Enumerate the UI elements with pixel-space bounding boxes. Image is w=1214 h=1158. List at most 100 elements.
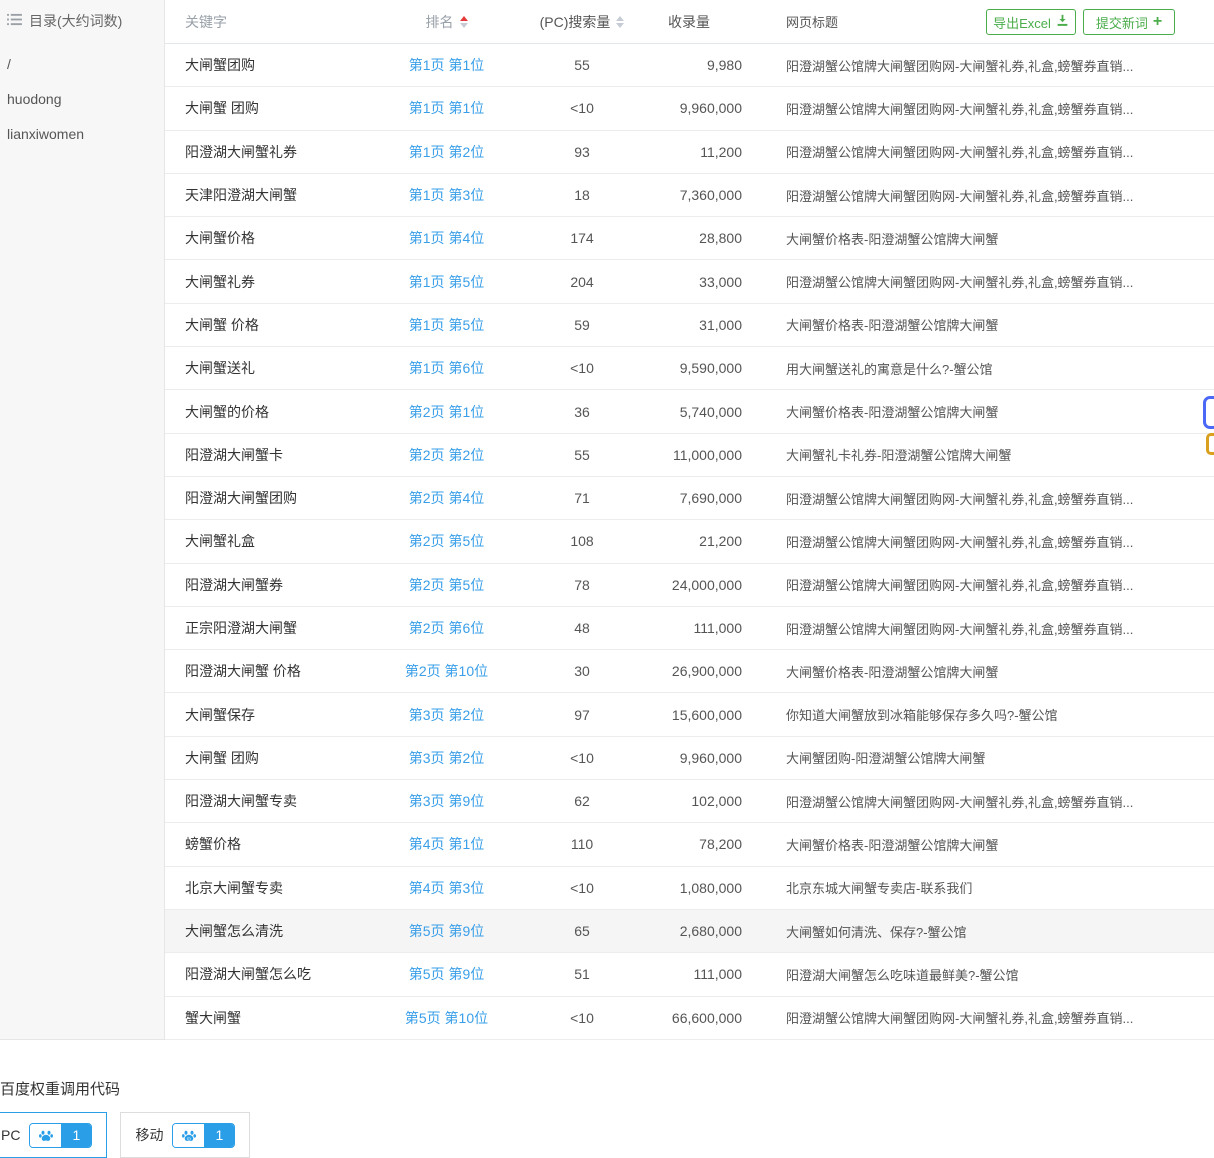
rank-link[interactable]: 第1页 第3位 — [409, 187, 484, 203]
rank-link[interactable]: 第4页 第3位 — [409, 880, 484, 896]
page-title-cell: 阳澄湖蟹公馆牌大闸蟹团购网-大闸蟹礼券,礼盒,螃蟹券直销... — [742, 489, 1214, 508]
index-count-cell: 1,080,000 — [636, 880, 742, 896]
table-row: 大闸蟹 团购 第1页 第1位 <10 9,960,000 阳澄湖蟹公馆牌大闸蟹团… — [165, 87, 1214, 130]
pc-weight-tab[interactable]: PC 1 — [0, 1112, 107, 1158]
table-row: 大闸蟹送礼 第1页 第6位 <10 9,590,000 用大闸蟹送礼的寓意是什么… — [165, 347, 1214, 390]
pc-search-cell: 51 — [528, 966, 636, 982]
index-count-cell: 7,690,000 — [636, 490, 742, 506]
index-count-cell: 26,900,000 — [636, 663, 742, 679]
mobile-weight-tab[interactable]: 移动 m 1 — [120, 1112, 250, 1158]
table-row: 阳澄湖大闸蟹卡 第2页 第2位 55 11,000,000 大闸蟹礼卡礼券-阳澄… — [165, 434, 1214, 477]
index-count-cell: 5,740,000 — [636, 404, 742, 420]
page-title-cell: 阳澄湖蟹公馆牌大闸蟹团购网-大闸蟹礼券,礼盒,螃蟹券直销... — [742, 619, 1214, 638]
rank-link[interactable]: 第2页 第6位 — [409, 620, 484, 636]
weight-tabs: PC 1 移动 — [0, 1112, 1214, 1158]
table-row: 大闸蟹保存 第3页 第2位 97 15,600,000 你知道大闸蟹放到冰箱能够… — [165, 693, 1214, 736]
pc-weight-label: PC — [1, 1127, 20, 1143]
pc-search-cell: 36 — [528, 404, 636, 420]
rank-link[interactable]: 第2页 第10位 — [405, 663, 488, 679]
rank-link[interactable]: 第1页 第6位 — [409, 360, 484, 376]
index-count-cell: 21,200 — [636, 533, 742, 549]
table-row: 阳澄湖大闸蟹 价格 第2页 第10位 30 26,900,000 大闸蟹价格表-… — [165, 650, 1214, 693]
rank-link[interactable]: 第1页 第1位 — [409, 57, 484, 73]
page-title-cell: 你知道大闸蟹放到冰箱能够保存多久吗?-蟹公馆 — [742, 705, 1214, 724]
keyword-cell: 大闸蟹 团购 — [165, 748, 365, 768]
sidebar-title-label: 目录(大约词数) — [29, 11, 122, 31]
table-row: 阳澄湖大闸蟹礼券 第1页 第2位 93 11,200 阳澄湖蟹公馆牌大闸蟹团购网… — [165, 131, 1214, 174]
rank-link[interactable]: 第1页 第5位 — [409, 317, 484, 333]
table-row: 螃蟹价格 第4页 第1位 110 78,200 大闸蟹价格表-阳澄湖蟹公馆牌大闸… — [165, 823, 1214, 866]
rank-link[interactable]: 第4页 第1位 — [409, 836, 484, 852]
rank-link[interactable]: 第1页 第5位 — [409, 274, 484, 290]
rank-link[interactable]: 第2页 第2位 — [409, 447, 484, 463]
submit-new-word-button[interactable]: 提交新词 + — [1083, 9, 1175, 35]
page-title-cell: 大闸蟹团购-阳澄湖蟹公馆牌大闸蟹 — [742, 748, 1214, 767]
page-title-cell: 大闸蟹如何清洗、保存?-蟹公馆 — [742, 922, 1214, 941]
sidebar-item-lianxiwomen[interactable]: lianxiwomen — [7, 117, 164, 152]
baidu-weight-heading: 百度权重调用代码 — [0, 1078, 1214, 1099]
baidu-mobile-paw-icon: m — [173, 1124, 204, 1147]
index-count-cell: 24,000,000 — [636, 577, 742, 593]
column-header-keyword[interactable]: 关键字 — [165, 12, 365, 32]
list-icon — [7, 13, 22, 29]
index-count-cell: 78,200 — [636, 836, 742, 852]
index-count-cell: 7,360,000 — [636, 187, 742, 203]
baidu-paw-icon — [30, 1124, 61, 1147]
table-row: 大闸蟹价格 第1页 第4位 174 28,800 大闸蟹价格表-阳澄湖蟹公馆牌大… — [165, 217, 1214, 260]
rank-link[interactable]: 第2页 第5位 — [409, 577, 484, 593]
pc-search-cell: <10 — [528, 360, 636, 376]
sidebar: 目录(大约词数) / huodong lianxiwomen — [0, 0, 165, 1039]
rank-link[interactable]: 第1页 第1位 — [409, 100, 484, 116]
index-count-cell: 11,200 — [636, 144, 742, 160]
sort-arrows-pc-icon[interactable] — [616, 16, 624, 28]
sidebar-item-root[interactable]: / — [7, 47, 164, 82]
feedback-widget-fragment-yellow[interactable] — [1206, 433, 1214, 455]
page-title-cell: 用大闸蟹送礼的寓意是什么?-蟹公馆 — [742, 359, 1214, 378]
column-header-index: 收录量 — [636, 12, 742, 32]
rank-link[interactable]: 第2页 第5位 — [409, 533, 484, 549]
table-row: 阳澄湖大闸蟹券 第2页 第5位 78 24,000,000 阳澄湖蟹公馆牌大闸蟹… — [165, 564, 1214, 607]
rank-link[interactable]: 第3页 第9位 — [409, 793, 484, 809]
keyword-cell: 大闸蟹 价格 — [165, 315, 365, 335]
rank-cell: 第3页 第9位 — [365, 791, 528, 811]
rank-cell: 第2页 第5位 — [365, 575, 528, 595]
table-row: 阳澄湖大闸蟹怎么吃 第5页 第9位 51 111,000 阳澄湖大闸蟹怎么吃味道… — [165, 953, 1214, 996]
page-title-cell: 大闸蟹价格表-阳澄湖蟹公馆牌大闸蟹 — [742, 835, 1214, 854]
sidebar-item-huodong[interactable]: huodong — [7, 82, 164, 117]
index-count-cell: 15,600,000 — [636, 707, 742, 723]
rank-cell: 第1页 第6位 — [365, 358, 528, 378]
keyword-cell: 阳澄湖大闸蟹券 — [165, 575, 365, 595]
column-header-rank[interactable]: 排名 — [365, 12, 528, 32]
table-row: 大闸蟹 价格 第1页 第5位 59 31,000 大闸蟹价格表-阳澄湖蟹公馆牌大… — [165, 304, 1214, 347]
export-excel-button[interactable]: 导出Excel — [986, 9, 1076, 35]
rank-link[interactable]: 第5页 第9位 — [409, 966, 484, 982]
rank-link[interactable]: 第3页 第2位 — [409, 707, 484, 723]
sort-arrows-rank-icon[interactable] — [460, 16, 468, 28]
rank-link[interactable]: 第5页 第10位 — [405, 1010, 488, 1026]
page-title-cell: 阳澄湖蟹公馆牌大闸蟹团购网-大闸蟹礼券,礼盒,螃蟹券直销... — [742, 792, 1214, 811]
keyword-cell: 阳澄湖大闸蟹卡 — [165, 445, 365, 465]
page-title-cell: 阳澄湖蟹公馆牌大闸蟹团购网-大闸蟹礼券,礼盒,螃蟹券直销... — [742, 1008, 1214, 1027]
keyword-table: 关键字 排名 (PC)搜索量 收录量 网页标题 大闸蟹团购 第1页 第1位 55 — [165, 0, 1214, 1039]
page-title-cell: 阳澄湖蟹公馆牌大闸蟹团购网-大闸蟹礼券,礼盒,螃蟹券直销... — [742, 56, 1214, 75]
rank-link[interactable]: 第2页 第4位 — [409, 490, 484, 506]
column-header-pc-search[interactable]: (PC)搜索量 — [528, 12, 636, 32]
keyword-cell: 大闸蟹团购 — [165, 55, 365, 75]
keyword-cell: 阳澄湖大闸蟹 价格 — [165, 661, 365, 681]
rank-link[interactable]: 第5页 第9位 — [409, 923, 484, 939]
page-title-cell: 大闸蟹礼卡礼券-阳澄湖蟹公馆牌大闸蟹 — [742, 445, 1214, 464]
rank-link[interactable]: 第1页 第2位 — [409, 144, 484, 160]
page-title-cell: 北京东城大闸蟹专卖店-联系我们 — [742, 878, 1214, 897]
page-title-cell: 阳澄湖蟹公馆牌大闸蟹团购网-大闸蟹礼券,礼盒,螃蟹券直销... — [742, 99, 1214, 118]
rank-link[interactable]: 第1页 第4位 — [409, 230, 484, 246]
download-icon — [1056, 14, 1069, 30]
rank-cell: 第3页 第2位 — [365, 705, 528, 725]
pc-search-cell: 71 — [528, 490, 636, 506]
rank-cell: 第1页 第3位 — [365, 185, 528, 205]
rank-cell: 第1页 第4位 — [365, 228, 528, 248]
rank-link[interactable]: 第2页 第1位 — [409, 404, 484, 420]
table-row: 蟹大闸蟹 第5页 第10位 <10 66,600,000 阳澄湖蟹公馆牌大闸蟹团… — [165, 997, 1214, 1040]
feedback-widget-fragment-blue[interactable] — [1203, 396, 1214, 429]
rank-link[interactable]: 第3页 第2位 — [409, 750, 484, 766]
pc-search-cell: 55 — [528, 57, 636, 73]
